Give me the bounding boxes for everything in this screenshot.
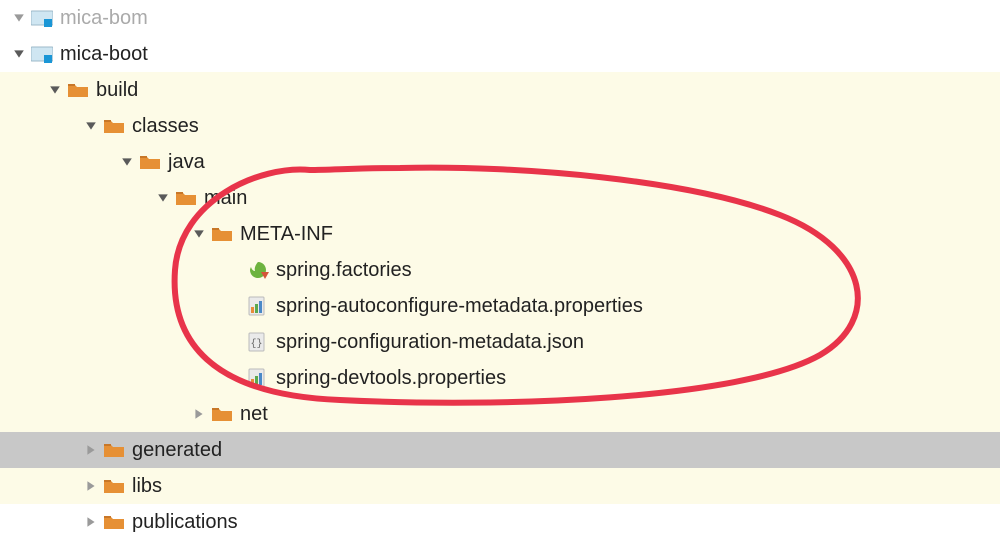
- project-tree[interactable]: mica-bom mica-boot build: [0, 0, 1000, 540]
- tree-node-config-json[interactable]: {} spring-configuration-metadata.json: [0, 324, 1000, 360]
- tree-label: net: [240, 403, 268, 426]
- chevron-down-icon[interactable]: [152, 187, 174, 209]
- tree-node-meta-inf[interactable]: META-INF: [0, 216, 1000, 252]
- folder-icon: [102, 115, 126, 137]
- tree-label: publications: [132, 511, 238, 534]
- tree-label: build: [96, 79, 138, 102]
- tree-label: mica-bom: [60, 7, 148, 30]
- tree-label: spring.factories: [276, 259, 412, 282]
- tree-label: spring-autoconfigure-metadata.properties: [276, 295, 643, 318]
- tree-node-publications[interactable]: publications: [0, 504, 1000, 540]
- folder-icon: [210, 223, 234, 245]
- folder-icon: [210, 403, 234, 425]
- tree-node-classes[interactable]: classes: [0, 108, 1000, 144]
- tree-node-spring-factories[interactable]: spring.factories: [0, 252, 1000, 288]
- svg-text:{}: {}: [250, 338, 262, 350]
- tree-label: mica-boot: [60, 43, 148, 66]
- chevron-down-icon[interactable]: [8, 43, 30, 65]
- folder-icon: [102, 475, 126, 497]
- chevron-down-icon[interactable]: [8, 7, 30, 29]
- tree-label: libs: [132, 475, 162, 498]
- spacer: [224, 295, 246, 317]
- tree-label: main: [204, 187, 247, 210]
- tree-label: META-INF: [240, 223, 333, 246]
- tree-node-main[interactable]: main: [0, 180, 1000, 216]
- chevron-down-icon[interactable]: [80, 115, 102, 137]
- module-icon: [30, 7, 54, 29]
- tree-node-autoconfigure-props[interactable]: spring-autoconfigure-metadata.properties: [0, 288, 1000, 324]
- tree-node-mica-bom[interactable]: mica-bom: [0, 0, 1000, 36]
- tree-label: generated: [132, 439, 222, 462]
- tree-label: spring-configuration-metadata.json: [276, 331, 584, 354]
- tree-node-java[interactable]: java: [0, 144, 1000, 180]
- spacer: [224, 259, 246, 281]
- spacer: [224, 331, 246, 353]
- folder-icon: [138, 151, 162, 173]
- tree-node-devtools-props[interactable]: spring-devtools.properties: [0, 360, 1000, 396]
- json-file-icon: {}: [246, 331, 270, 353]
- tree-node-mica-boot[interactable]: mica-boot: [0, 36, 1000, 72]
- chevron-down-icon[interactable]: [188, 223, 210, 245]
- tree-node-generated[interactable]: generated: [0, 432, 1000, 468]
- folder-icon: [66, 79, 90, 101]
- chevron-right-icon[interactable]: [80, 439, 102, 461]
- properties-file-icon: [246, 295, 270, 317]
- tree-node-build[interactable]: build: [0, 72, 1000, 108]
- folder-icon: [102, 439, 126, 461]
- spacer: [224, 367, 246, 389]
- chevron-right-icon[interactable]: [80, 475, 102, 497]
- tree-node-net[interactable]: net: [0, 396, 1000, 432]
- tree-label: classes: [132, 115, 199, 138]
- folder-icon: [174, 187, 198, 209]
- tree-label: spring-devtools.properties: [276, 367, 506, 390]
- chevron-down-icon[interactable]: [44, 79, 66, 101]
- module-icon: [30, 43, 54, 65]
- tree-node-libs[interactable]: libs: [0, 468, 1000, 504]
- tree-label: java: [168, 151, 205, 174]
- spring-file-icon: [246, 259, 270, 281]
- chevron-right-icon[interactable]: [188, 403, 210, 425]
- chevron-down-icon[interactable]: [116, 151, 138, 173]
- properties-file-icon: [246, 367, 270, 389]
